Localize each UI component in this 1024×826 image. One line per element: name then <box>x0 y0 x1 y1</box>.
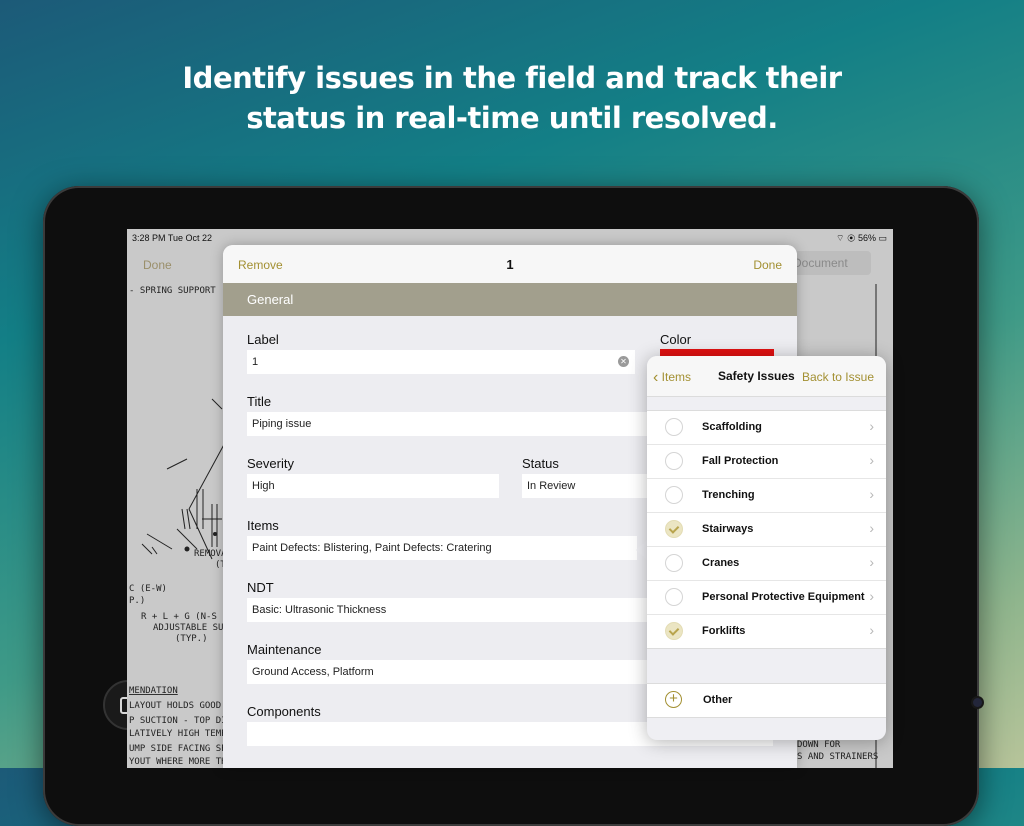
camera-dot <box>973 698 982 707</box>
components-field-label: Components <box>247 704 321 719</box>
chevron-right-icon: › <box>869 622 874 638</box>
title-field-label: Title <box>247 394 272 409</box>
drawing-label: LAYOUT HOLDS GOOD F <box>129 701 232 711</box>
items-field-label: Items <box>247 518 279 533</box>
safety-issue-list: Scaffolding › Fall Protection › Trenchin… <box>647 410 886 649</box>
chevron-right-icon: › <box>869 486 874 502</box>
severity-select[interactable]: High <box>247 474 499 498</box>
drawing-label: (TYP.) <box>175 634 208 644</box>
list-item[interactable]: Fall Protection › <box>647 445 886 479</box>
drawing-label: C (E-W) <box>129 584 167 594</box>
sheet-title: 1 <box>506 257 514 272</box>
document-label: Document <box>793 256 848 270</box>
chevron-left-icon: ‹ <box>653 369 659 386</box>
list-item-label: Trenching <box>702 489 755 501</box>
checkbox-circle[interactable] <box>665 418 683 436</box>
list-item[interactable]: Scaffolding › <box>647 411 886 445</box>
marketing-headline: Identify issues in the field and track t… <box>0 58 1024 138</box>
list-item[interactable]: Cranes › <box>647 547 886 581</box>
back-label: Items <box>661 370 692 384</box>
checkbox-circle-checked[interactable] <box>665 622 683 640</box>
checkbox-circle[interactable] <box>665 554 683 572</box>
ndt-select[interactable]: Basic: Ultrasonic Thickness <box>247 598 667 622</box>
other-label: Other <box>703 694 733 706</box>
label-field-label: Label <box>247 332 279 347</box>
drawing-label: LATIVELY HIGH TEMPE <box>129 729 232 739</box>
list-item-label: Fall Protection <box>702 455 779 467</box>
label-value: 1 <box>252 356 259 368</box>
safety-issues-popover: ‹ Items Safety Issues Back to Issue Scaf… <box>647 356 886 740</box>
drawing-label: S AND STRAINERS <box>797 752 878 762</box>
drawing-label: P.) <box>129 596 145 606</box>
ndt-field-label: NDT <box>247 580 274 595</box>
chevron-right-icon: › <box>869 418 874 434</box>
color-field-label: Color <box>660 332 692 347</box>
list-item[interactable]: Personal Protective Equipment › <box>647 581 886 615</box>
popover-header: ‹ Items Safety Issues Back to Issue <box>647 356 886 397</box>
status-indicators: ⌔ ◉ 56% ▭ <box>836 233 887 243</box>
title-input[interactable]: Piping issue <box>247 412 677 436</box>
checkbox-circle-checked[interactable] <box>665 520 683 538</box>
list-item-label: Cranes <box>702 557 740 569</box>
clear-icon[interactable]: ✕ <box>618 356 629 367</box>
drawing-label: DOWN FOR <box>797 740 841 750</box>
sheet-header: Remove 1 Done <box>223 245 797 284</box>
list-item[interactable]: Forklifts › <box>647 615 886 648</box>
status-time: 3:28 PM Tue Oct 22 <box>132 233 213 243</box>
status-field-label: Status <box>522 456 559 471</box>
plus-circle-icon[interactable]: + <box>665 691 682 708</box>
checkbox-circle[interactable] <box>665 452 683 470</box>
drawing-label: UMP SIDE FACING SPUR <box>129 744 238 754</box>
maintenance-select[interactable]: Ground Access, Platform <box>247 660 667 684</box>
document-button[interactable]: Document <box>785 251 871 275</box>
list-item[interactable]: Trenching › <box>647 479 886 513</box>
done-button[interactable]: Done <box>753 258 782 272</box>
drawing-label: YOUT WHERE MORE TH <box>129 757 227 767</box>
list-item-label: Stairways <box>702 523 754 535</box>
popover-title: Safety Issues <box>718 369 795 383</box>
drawing-label: MENDATION <box>129 686 178 696</box>
list-item-label: Personal Protective Equipment <box>702 591 865 603</box>
drawing-label: P SUCTION - TOP DISC <box>129 716 237 726</box>
list-item-label: Forklifts <box>702 625 746 637</box>
list-item-label: Scaffolding <box>702 421 762 433</box>
drawing-label: - SPRING SUPPORT <box>129 286 216 296</box>
checkbox-circle[interactable] <box>665 486 683 504</box>
chevron-right-icon: › <box>869 520 874 536</box>
severity-field-label: Severity <box>247 456 294 471</box>
drawing-label: R + L + G (N-S <box>141 612 217 622</box>
headline-line-1: Identify issues in the field and track t… <box>182 61 842 95</box>
back-to-issue-button[interactable]: Back to Issue <box>802 370 874 384</box>
items-select[interactable]: Paint Defects: Blistering, Paint Defects… <box>247 536 637 560</box>
background-done-button[interactable]: Done <box>143 258 172 272</box>
section-header-general: General <box>223 283 797 316</box>
label-input[interactable]: 1 ✕ <box>247 350 635 374</box>
maintenance-field-label: Maintenance <box>247 642 322 657</box>
other-row[interactable]: + Other <box>647 683 886 718</box>
chevron-right-icon: › <box>869 554 874 570</box>
back-to-items-button[interactable]: ‹ Items <box>653 368 691 386</box>
chevron-right-icon: › <box>869 452 874 468</box>
headline-line-2: status in real-time until resolved. <box>246 101 778 135</box>
checkbox-circle[interactable] <box>665 588 683 606</box>
list-item[interactable]: Stairways › <box>647 513 886 547</box>
chevron-right-icon: › <box>869 588 874 604</box>
section-label: General <box>247 292 294 307</box>
